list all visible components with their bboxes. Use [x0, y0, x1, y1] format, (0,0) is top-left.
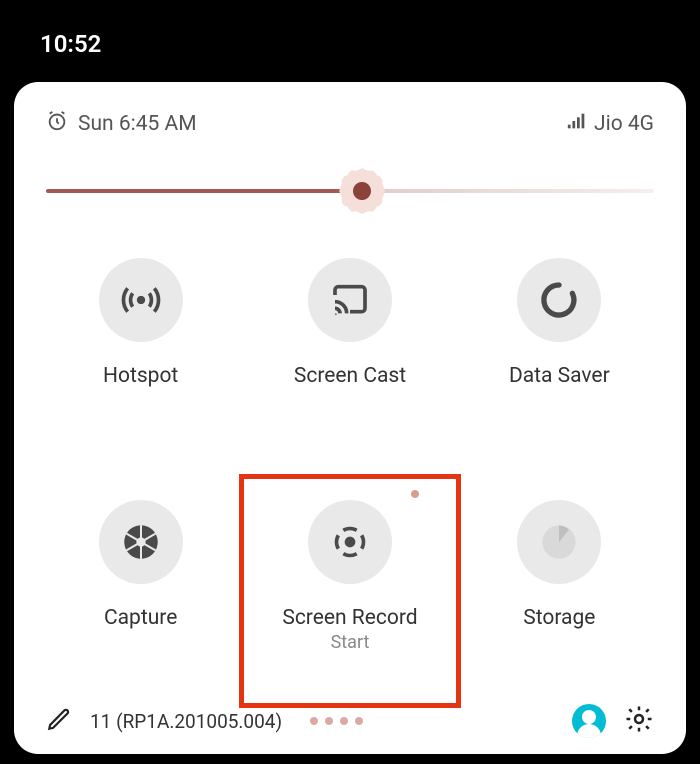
capture-icon: [99, 500, 183, 584]
tile-screen-cast[interactable]: Screen Cast: [255, 250, 444, 432]
page-indicator[interactable]: [310, 717, 363, 725]
storage-icon: [517, 500, 601, 584]
tile-label: Screen Cast: [294, 364, 406, 388]
tile-hotspot[interactable]: Hotspot: [46, 250, 235, 432]
brightness-thumb[interactable]: [345, 174, 379, 208]
tile-storage[interactable]: Storage: [465, 492, 654, 697]
tile-label: Screen Record: [282, 606, 417, 630]
quick-tiles-grid: Hotspot Screen Cast Data Saver: [46, 250, 654, 696]
quick-settings-panel: Sun 6:45 AM Jio 4G: [14, 82, 686, 754]
status-left: Sun 6:45 AM: [46, 110, 197, 138]
data-saver-icon: [517, 258, 601, 342]
tile-data-saver[interactable]: Data Saver: [465, 250, 654, 432]
tile-label: Hotspot: [103, 364, 178, 388]
edit-icon[interactable]: [46, 706, 72, 736]
signal-icon: [566, 110, 588, 138]
hotspot-icon: [99, 258, 183, 342]
cast-icon: [308, 258, 392, 342]
tile-sublabel: Start: [331, 632, 370, 653]
settings-icon[interactable]: [624, 704, 654, 738]
tile-label: Capture: [104, 606, 177, 630]
status-bar: Sun 6:45 AM Jio 4G: [46, 110, 654, 138]
tile-screen-record[interactable]: Screen Record Start: [255, 492, 444, 697]
attention-dot-icon: [411, 490, 419, 498]
user-avatar-icon[interactable]: [572, 704, 606, 738]
build-label[interactable]: 11 (RP1A.201005.004): [90, 710, 282, 733]
panel-footer: 11 (RP1A.201005.004): [46, 696, 654, 742]
tile-label: Data Saver: [509, 364, 610, 388]
alarm-icon: [46, 110, 68, 138]
tile-label: Storage: [523, 606, 595, 630]
tile-capture[interactable]: Capture: [46, 492, 235, 697]
device-clock: 10:52: [40, 30, 101, 58]
carrier-label: Jio 4G: [594, 112, 654, 136]
alarm-time-label: Sun 6:45 AM: [78, 112, 197, 136]
brightness-slider[interactable]: [46, 174, 654, 208]
status-right: Jio 4G: [566, 110, 654, 138]
screen-record-icon: [308, 500, 392, 584]
